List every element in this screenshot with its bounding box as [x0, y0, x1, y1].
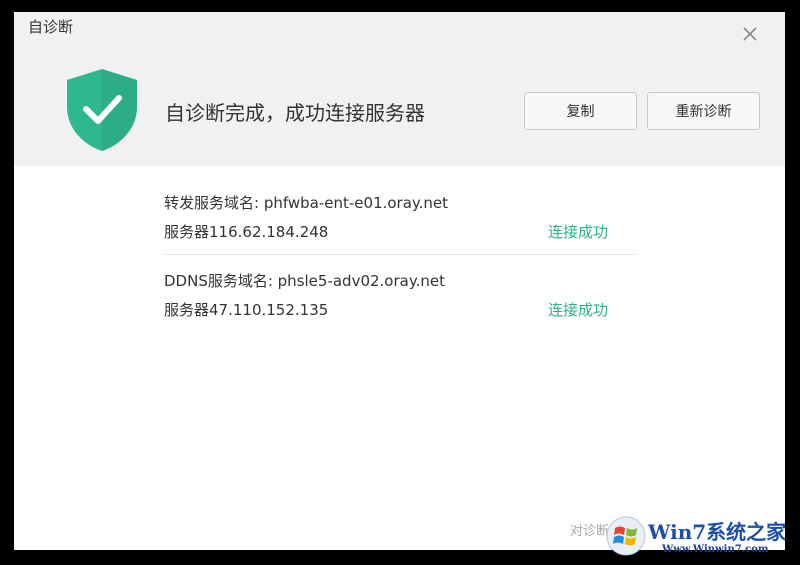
diagnosis-status-text: 自诊断完成，成功连接服务器: [165, 101, 425, 125]
result-item: 转发服务域名: phfwba-ent-e01.oray.net 服务器116.6…: [164, 190, 636, 255]
windows-logo-icon: [606, 516, 646, 560]
domain-label: 转发服务域名: phfwba-ent-e01.oray.net: [164, 194, 449, 212]
window-title: 自诊断: [28, 18, 74, 36]
copy-button[interactable]: 复制: [524, 92, 637, 130]
close-button[interactable]: [736, 20, 764, 48]
server-label: 服务器47.110.152.135: [164, 301, 329, 319]
diagnosis-header: 自诊断 自诊断完成，成功连接服务器 复制 重新诊断: [14, 12, 785, 166]
connection-status: 连接成功: [548, 223, 609, 241]
watermark-url: Www.Winwin7.com: [662, 544, 769, 555]
diagnosis-window: 自诊断 自诊断完成，成功连接服务器 复制 重新诊断 转发服务域名: phfwba…: [14, 12, 785, 550]
domain-label: DDNS服务域名: phsle5-adv02.oray.net: [164, 272, 445, 290]
watermark: Win7系统之家 Www.Winwin7.com: [600, 514, 800, 565]
close-icon: [743, 27, 757, 41]
result-item: DDNS服务域名: phsle5-adv02.oray.net 服务器47.11…: [164, 268, 636, 328]
connection-status: 连接成功: [548, 301, 609, 319]
server-label: 服务器116.62.184.248: [164, 223, 329, 241]
shield-check-icon: [64, 67, 140, 153]
rediagnose-button[interactable]: 重新诊断: [647, 92, 760, 130]
watermark-brand: Win7系统之家: [648, 520, 787, 544]
